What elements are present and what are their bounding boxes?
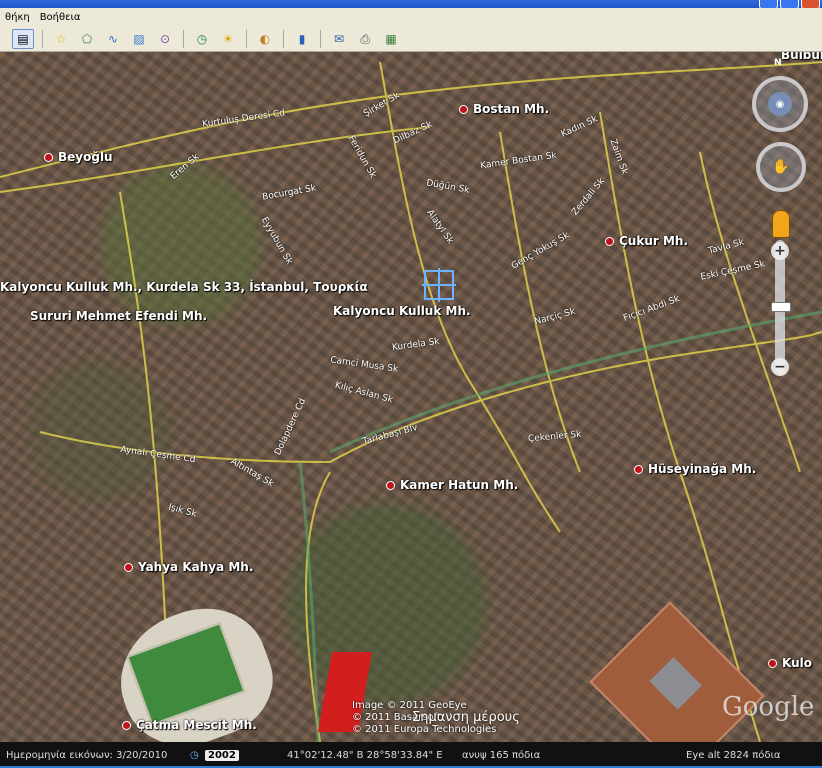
tour-icon[interactable]: ⊙: [155, 30, 175, 48]
toolbar: ▤ ☆ ⬠ ∿ ▨ ⊙ ◷ ☀ ◐ ▮ ✉ ⎙ ▦: [0, 27, 822, 52]
zoom-in-button[interactable]: +: [771, 242, 789, 260]
planets-icon[interactable]: ◐: [255, 30, 275, 48]
sidebar-icon[interactable]: ▤: [12, 29, 34, 49]
place-marker-icon: [634, 465, 643, 474]
email-icon[interactable]: ✉: [329, 30, 349, 48]
zoom-slider-thumb[interactable]: [771, 302, 791, 312]
place-label[interactable]: Çatma Mescit Mh.: [122, 718, 257, 732]
toolbar-separator: [320, 30, 321, 48]
path-icon[interactable]: ∿: [103, 30, 123, 48]
place-marker-icon: [386, 481, 395, 490]
place-label[interactable]: Kamer Hatun Mh.: [386, 478, 518, 492]
zoom-out-button[interactable]: −: [771, 358, 789, 376]
view-in-maps-icon[interactable]: ▦: [381, 30, 401, 48]
google-logo: Google: [722, 692, 815, 722]
eye-altitude: Eye alt 2824 πόδια: [686, 749, 781, 761]
historical-imagery-icon[interactable]: ◷: [190, 750, 199, 761]
place-label[interactable]: Beyoğlu: [44, 150, 113, 164]
place-label[interactable]: Kulo: [768, 656, 812, 670]
status-bar: Ημερομηνία εικόνων: 3/20/2010 ◷ 2002 41°…: [0, 742, 822, 768]
place-label[interactable]: Çukur Mh.: [605, 234, 688, 248]
place-marker-icon: [605, 237, 614, 246]
place-label[interactable]: Yahya Kahya Mh.: [124, 560, 253, 574]
print-icon[interactable]: ⎙: [355, 30, 375, 48]
sunlight-icon[interactable]: ☀: [218, 30, 238, 48]
menu-file[interactable]: θήκη: [0, 12, 35, 23]
center-crosshair-icon: [422, 268, 456, 302]
place-marker-icon: [124, 563, 133, 572]
street-view-pegman-icon[interactable]: [772, 210, 790, 238]
toolbar-separator: [246, 30, 247, 48]
image-overlay-icon[interactable]: ▨: [129, 30, 149, 48]
place-label[interactable]: Hüseyinağa Mh.: [634, 462, 756, 476]
place-marker-icon: [44, 153, 53, 162]
search-result-label[interactable]: Kalyoncu Kulluk Mh., Kurdela Sk 33, İsta…: [0, 280, 368, 294]
place-label[interactable]: Bulbul Mh: [781, 52, 822, 62]
satellite-map[interactable]: Bostan Mh. Beyoğlu Çukur Mh. Kalyoncu Ku…: [0, 52, 822, 742]
eye-icon[interactable]: ◉: [768, 92, 792, 116]
place-label[interactable]: Sururi Mehmet Efendi Mh.: [30, 309, 207, 323]
toolbar-separator: [183, 30, 184, 48]
toolbar-separator: [283, 30, 284, 48]
place-label[interactable]: Bostan Mh.: [459, 102, 549, 116]
menu-help[interactable]: Βοήθεια: [35, 12, 86, 23]
toolbar-separator: [42, 30, 43, 48]
place-marker-icon: [459, 105, 468, 114]
north-indicator: N: [774, 58, 782, 68]
place-label[interactable]: Kalyoncu Kulluk Mh.: [333, 304, 471, 318]
place-marker-icon: [122, 721, 131, 730]
ruler-icon[interactable]: ▮: [292, 30, 312, 48]
elevation: ανυψ 165 πόδια: [462, 749, 541, 761]
look-around-control[interactable]: ◉: [752, 76, 808, 132]
placemark-caption: Σημανση μέρους: [412, 710, 520, 725]
imagery-year[interactable]: 2002: [205, 749, 239, 761]
coordinates: 41°02'12.48" Β 28°58'33.84" Ε: [287, 749, 443, 761]
move-control[interactable]: ✋: [756, 142, 806, 192]
placemark-icon[interactable]: ☆: [51, 30, 71, 48]
title-bar: [0, 0, 822, 9]
menu-bar: θήκη Βοήθεια: [0, 8, 822, 27]
historical-imagery-icon[interactable]: ◷: [192, 30, 212, 48]
polygon-icon[interactable]: ⬠: [77, 30, 97, 48]
imagery-date: Ημερομηνία εικόνων: 3/20/2010: [6, 749, 168, 761]
place-marker-icon: [768, 659, 777, 668]
hand-icon[interactable]: ✋: [772, 159, 789, 175]
